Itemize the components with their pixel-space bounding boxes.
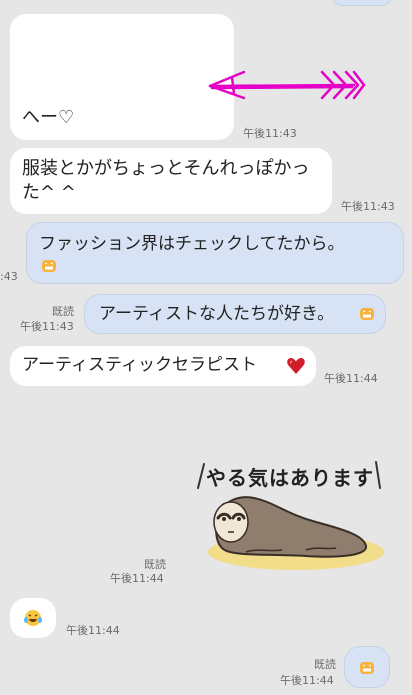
message-timestamp: 午後11:43: [341, 200, 395, 213]
message-bubble-incoming[interactable]: 服装とかがちょっとそんれっぽかっ た^ ^: [10, 148, 332, 214]
message-timestamp: 午後11:44: [280, 674, 334, 687]
sticker-sloth[interactable]: やる気はあります: [186, 452, 392, 578]
heart-icon: [287, 358, 305, 374]
message-text: アーティストな人たちが好き。: [99, 304, 335, 324]
laughing-emoji: [24, 610, 42, 626]
message-bubble-incoming[interactable]: [10, 598, 56, 638]
message-timestamp: 午後11:43: [20, 320, 74, 333]
sticker-caption: やる気はあります: [206, 466, 374, 490]
message-timestamp: 午後11:44: [324, 372, 378, 385]
message-timestamp-partial: :43: [0, 270, 18, 283]
grin-emoji: [360, 308, 374, 320]
message-bubble-outgoing[interactable]: ファッション界はチェックしてたから。: [26, 222, 404, 284]
grin-emoji: [42, 260, 56, 272]
message-text: へー♡: [22, 107, 75, 128]
read-receipt: 既読: [314, 658, 336, 671]
read-receipt: 既読: [52, 305, 74, 318]
message-text-line: た^ ^: [22, 182, 76, 203]
message-bubble-outgoing[interactable]: [344, 646, 390, 688]
message-text-line: 服装とかがちょっとそんれっぽかっ: [22, 158, 310, 179]
message-text: アーティスティックセラピスト: [22, 355, 257, 375]
grin-emoji: [360, 662, 374, 674]
message-bubble-outgoing[interactable]: アーティストな人たちが好き。: [84, 294, 386, 334]
message-timestamp: 午後11:44: [66, 624, 120, 637]
arrow-drawing-icon: [208, 70, 366, 100]
message-timestamp: 午後11:43: [243, 127, 297, 140]
message-text: ファッション界はチェックしてたから。: [39, 234, 345, 254]
message-bubble-incoming[interactable]: へー♡: [10, 14, 234, 140]
message-bubble-cutoff[interactable]: [332, 0, 392, 6]
message-bubble-incoming[interactable]: アーティスティックセラピスト: [10, 346, 316, 386]
message-timestamp: 午後11:44: [110, 572, 164, 585]
